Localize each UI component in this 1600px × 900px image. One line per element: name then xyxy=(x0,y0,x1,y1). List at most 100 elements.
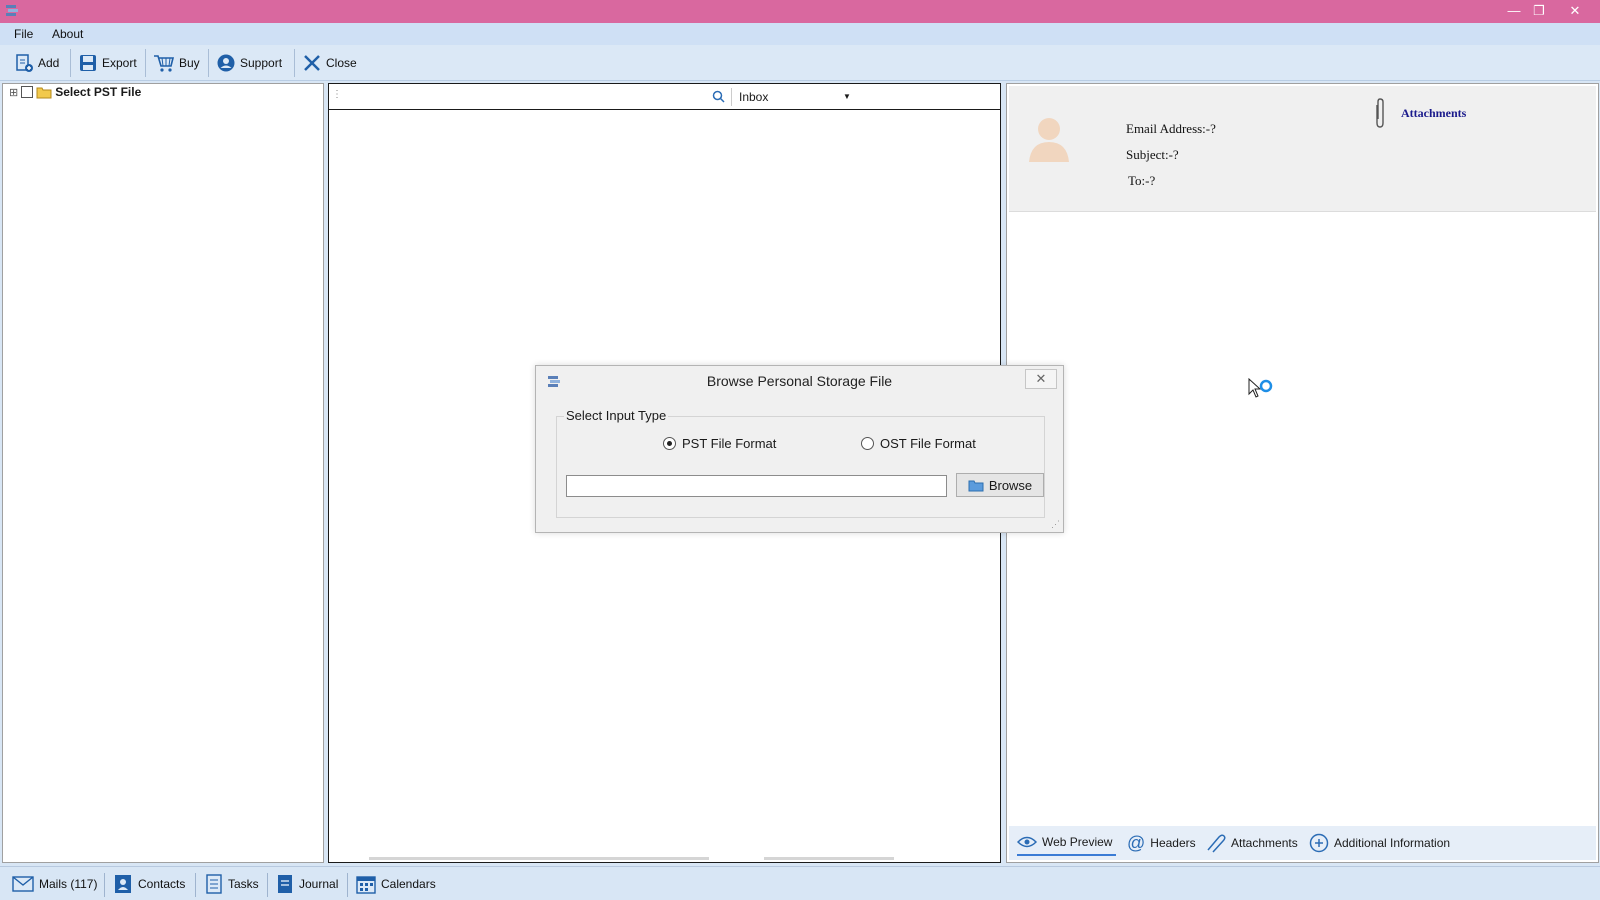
preview-tabs: Web Preview @ Headers Attachments Additi… xyxy=(1009,826,1596,860)
buy-label: Buy xyxy=(179,56,200,70)
menu-file[interactable]: File xyxy=(14,27,33,41)
tab-journal[interactable]: Journal xyxy=(276,873,338,895)
journal-icon xyxy=(278,875,292,893)
ost-format-radio[interactable]: OST File Format xyxy=(861,436,976,451)
tab-tasks[interactable]: Tasks xyxy=(205,873,259,895)
expand-icon[interactable]: ⊞ xyxy=(9,86,18,99)
menu-about[interactable]: About xyxy=(52,27,83,41)
contacts-icon xyxy=(115,875,131,893)
folder-select[interactable]: Inbox ▼ xyxy=(739,87,859,107)
folder-open-icon xyxy=(968,480,984,491)
support-label: Support xyxy=(240,56,283,70)
toolbar-divider xyxy=(208,49,209,77)
tab-divider xyxy=(104,873,105,897)
paperclip-icon xyxy=(1376,98,1384,128)
ost-format-label: OST File Format xyxy=(880,436,976,451)
tab-contacts[interactable]: Contacts xyxy=(113,873,185,895)
tab-additional-information[interactable]: Additional Information xyxy=(1309,830,1450,856)
preview-panel: Email Address:-? Subject:-? To:-? Attach… xyxy=(1006,83,1599,863)
radio-selected-icon xyxy=(663,437,676,450)
tree-checkbox[interactable] xyxy=(21,86,34,98)
horizontal-scrollbar[interactable] xyxy=(369,857,709,860)
add-button[interactable]: Add xyxy=(14,50,59,76)
tab-divider xyxy=(347,873,348,897)
pst-format-label: PST File Format xyxy=(682,436,777,451)
tab-attachments-label: Attachments xyxy=(1231,836,1298,850)
tab-attachments[interactable]: Attachments xyxy=(1204,830,1298,856)
tab-contacts-label: Contacts xyxy=(138,877,186,891)
save-icon xyxy=(80,55,96,71)
pst-format-radio[interactable]: PST File Format xyxy=(663,436,776,451)
input-type-group xyxy=(556,416,1045,518)
window-close-button[interactable]: ✕ xyxy=(1558,0,1592,22)
add-file-icon xyxy=(16,54,33,72)
horizontal-scrollbar-thumb[interactable] xyxy=(764,857,894,860)
add-label: Add xyxy=(38,56,60,70)
app-icon xyxy=(6,5,18,16)
toolbar: Add Export Buy Support Close xyxy=(0,45,1600,81)
paperclip-icon xyxy=(1207,834,1226,853)
attachments-link[interactable]: Attachments xyxy=(1401,106,1466,121)
tab-additional-information-label: Additional Information xyxy=(1334,836,1451,850)
calendar-icon xyxy=(356,876,376,894)
file-path-input[interactable] xyxy=(566,475,947,497)
to-field: To:-? xyxy=(1128,173,1156,188)
dialog-title-bar[interactable]: Browse Personal Storage File ✕ xyxy=(536,366,1063,396)
resize-grip-icon[interactable]: ⋰ xyxy=(1051,519,1060,530)
chevron-down-icon: ▼ xyxy=(843,92,851,101)
browse-label: Browse xyxy=(988,477,1033,493)
support-button[interactable]: Support xyxy=(216,50,282,76)
tab-mails-label: Mails (117) xyxy=(39,877,98,891)
subject-field: Subject:-? xyxy=(1126,147,1179,162)
browse-button[interactable]: Browse xyxy=(956,473,1044,497)
folder-select-value: Inbox xyxy=(739,90,769,104)
dialog-title: Browse Personal Storage File xyxy=(706,373,893,389)
tab-headers-label: Headers xyxy=(1150,836,1196,850)
plus-circle-icon xyxy=(1309,833,1329,853)
tab-divider xyxy=(195,873,196,897)
buy-button[interactable]: Buy xyxy=(153,50,200,76)
tab-calendars[interactable]: Calendars xyxy=(356,873,436,895)
input-type-label: Select Input Type xyxy=(564,408,669,423)
tree-root[interactable]: ⊞ Select PST File xyxy=(9,85,141,99)
close-label: Close xyxy=(326,56,357,70)
export-button[interactable]: Export xyxy=(78,50,137,76)
tasks-icon xyxy=(206,874,222,894)
mail-list-header: ⋮ Inbox ▼ xyxy=(329,84,1000,110)
busy-cursor-icon xyxy=(1248,378,1273,398)
support-icon xyxy=(217,54,235,72)
toolbar-divider xyxy=(70,49,71,77)
tree-root-label: Select PST File xyxy=(55,85,142,99)
browse-dialog: Browse Personal Storage File ✕ Select In… xyxy=(535,365,1064,533)
tab-headers[interactable]: @ Headers xyxy=(1127,830,1196,856)
preview-header: Email Address:-? Subject:-? To:-? Attach… xyxy=(1009,86,1596,212)
avatar-icon xyxy=(1029,118,1069,162)
mail-icon xyxy=(12,876,34,892)
email-address-field: Email Address:-? xyxy=(1126,121,1216,136)
tab-web-preview[interactable]: Web Preview xyxy=(1017,830,1117,856)
menu-bar: File About xyxy=(0,23,1600,45)
search-icon[interactable] xyxy=(712,90,725,103)
title-bar: — ❐ ✕ xyxy=(0,0,1600,23)
close-button[interactable]: Close xyxy=(302,50,357,76)
tab-journal-label: Journal xyxy=(299,877,339,891)
dialog-close-button[interactable]: ✕ xyxy=(1025,369,1057,389)
restore-button[interactable]: ❐ xyxy=(1522,0,1556,22)
eye-icon xyxy=(1017,836,1037,848)
folder-icon xyxy=(36,87,52,99)
at-sign-icon: @ xyxy=(1127,832,1146,853)
radio-unselected-icon xyxy=(861,437,874,450)
toolbar-divider xyxy=(294,49,295,77)
toolbar-divider xyxy=(145,49,146,77)
cart-icon xyxy=(154,55,175,72)
folder-tree-panel: ⊞ Select PST File xyxy=(2,83,324,863)
tab-divider xyxy=(267,873,268,897)
grip-icon: ⋮ xyxy=(332,89,342,100)
close-x-icon xyxy=(304,55,320,71)
header-divider xyxy=(731,88,732,106)
bottom-tab-bar: Mails (117) Contacts Tasks Journal Calen… xyxy=(0,866,1600,900)
export-label: Export xyxy=(102,56,137,70)
tab-web-preview-label: Web Preview xyxy=(1042,835,1113,849)
tab-tasks-label: Tasks xyxy=(228,877,259,891)
tab-mails[interactable]: Mails (117) xyxy=(12,873,97,895)
